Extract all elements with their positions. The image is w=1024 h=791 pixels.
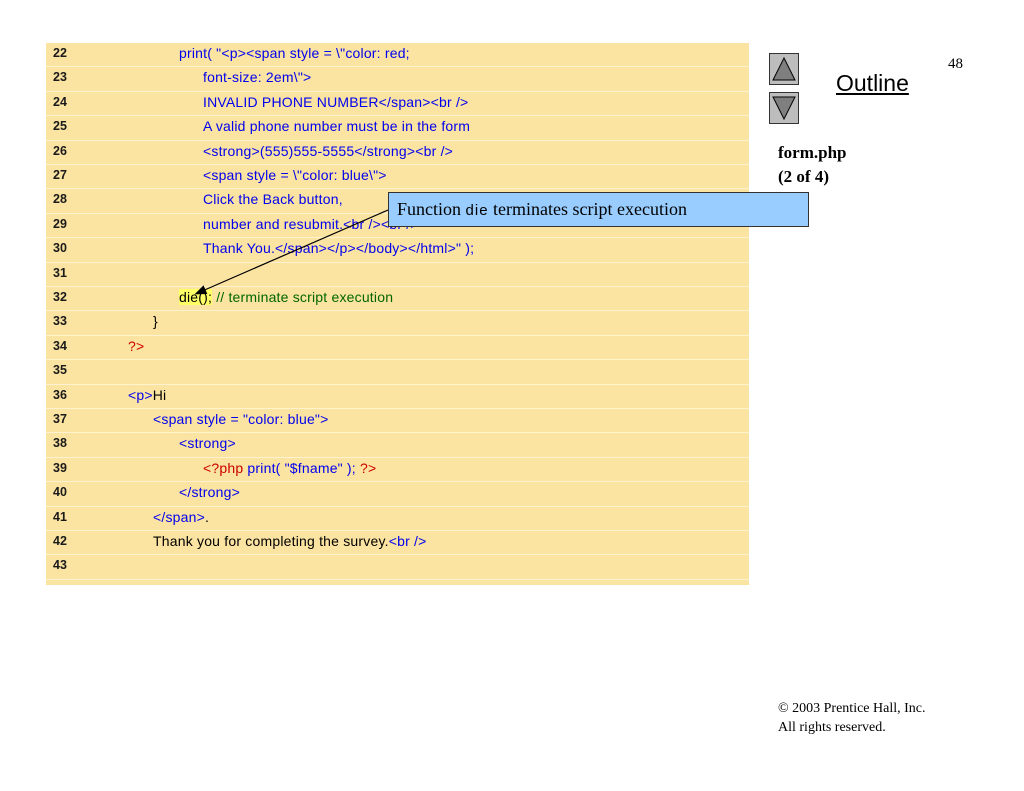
copyright-line1: © 2003 Prentice Hall, Inc. (778, 701, 926, 716)
copyright-notice: © 2003 Prentice Hall, Inc. All rights re… (778, 699, 926, 737)
callout-suffix: terminates script execution (488, 199, 687, 219)
copyright-line2: All rights reserved. (778, 720, 886, 735)
callout-arrow (194, 209, 389, 295)
callout-prefix: Function (397, 199, 466, 219)
callout-code: die (465, 202, 489, 219)
callout-box: Function die terminates script execution (388, 192, 809, 227)
